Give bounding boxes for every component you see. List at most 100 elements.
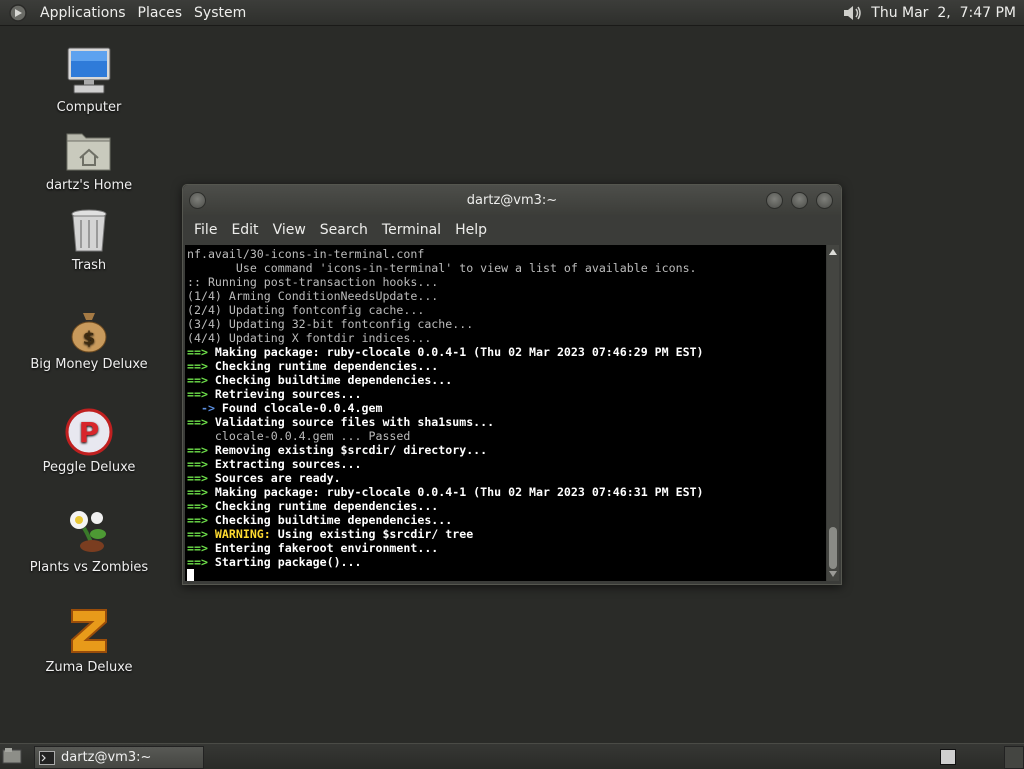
terminal-line-text: Extracting sources... [214,457,362,471]
terminal-line: ==> Entering fakeroot environment... [187,541,826,555]
home-folder-icon [66,133,111,171]
window-title: dartz@vm3:~ [466,192,558,208]
terminal-line: ==> Extracting sources... [187,457,826,471]
scrollbar-thumb[interactable] [829,527,837,569]
system-menu[interactable]: System [188,5,252,21]
scrollbar[interactable] [827,245,839,581]
terminal-line: ==> Checking runtime dependencies... [187,499,826,513]
terminal-line-text: Found clocale-0.0.4.gem [221,401,383,415]
terminal-line: :: Running post-transaction hooks... [187,275,826,289]
terminal-cursor [187,569,194,581]
terminal-line-prefix: ==> [187,415,215,429]
terminal-line: ==> Removing existing $srcdir/ directory… [187,443,826,457]
terminal-line: nf.avail/30-icons-in-terminal.conf [187,247,826,261]
desktop-icon-computer[interactable]: Computer [29,46,149,115]
terminal-line-text: Making package: ruby-clocale 0.0.4-1 (Th… [214,345,704,359]
terminal-line-text: Checking runtime dependencies... [214,359,439,373]
terminal-line: ==> Retrieving sources... [187,387,826,401]
taskbar-terminal-button[interactable]: dartz@vm3:~ [34,746,204,769]
desktop-icon-big-money[interactable]: $ Big Money Deluxe [29,309,149,372]
volume-icon[interactable] [841,3,863,23]
show-desktop-icon[interactable] [2,747,22,765]
terminal-line: ==> WARNING: Using existing $srcdir/ tre… [187,527,826,541]
terminal-line: (2/4) Updating fontconfig cache... [187,303,826,317]
terminal-line: ==> Starting package()... [187,555,826,569]
terminal-line-prefix: ==> [187,387,215,401]
maximize-button[interactable] [791,192,808,209]
terminal-line-text: Sources are ready. [214,471,341,485]
terminal-line-prefix: ==> [187,513,215,527]
bottom-panel: dartz@vm3:~ [0,743,1024,769]
close-button[interactable] [816,192,833,209]
desktop-icon-label: Plants vs Zombies [29,560,149,575]
clock[interactable]: Thu Mar 2, 7:47 PM [871,5,1016,21]
terminal-lines: nf.avail/30-icons-in-terminal.conf Use c… [185,245,826,581]
terminal-line-text: (1/4) Arming ConditionNeedsUpdate... [187,289,439,303]
terminal-icon [39,750,55,765]
desktop-icon-zuma[interactable]: Zuma Deluxe [29,606,149,675]
applications-menu[interactable]: Applications [34,5,132,21]
money-bag-icon: $ [71,313,107,353]
terminal-line: clocale-0.0.4.gem ... Passed [187,429,826,443]
menu-view[interactable]: View [266,222,313,238]
computer-icon [67,47,111,94]
terminal-line-text: Retrieving sources... [214,387,362,401]
menu-terminal[interactable]: Terminal [375,222,448,238]
desktop-icon-home[interactable]: dartz's Home [29,128,149,193]
terminal-line-prefix: ==> [187,555,215,569]
terminal-warning-label: WARNING: [214,527,271,541]
terminal-line-text: Checking buildtime dependencies... [214,513,453,527]
terminal-line: ==> Making package: ruby-clocale 0.0.4-1… [187,345,826,359]
terminal-line-prefix: ==> [187,345,215,359]
desktop-icon-peggle[interactable]: P Peggle Deluxe [29,408,149,475]
trash-applet[interactable] [1004,746,1024,769]
svg-text:P: P [79,416,100,449]
terminal-line: ==> Checking buildtime dependencies... [187,513,826,527]
scroll-down-arrow-icon[interactable] [828,569,838,579]
terminal-line-text: Entering fakeroot environment... [214,541,439,555]
terminal-line: (4/4) Updating X fontdir indices... [187,331,826,345]
terminal-line: (1/4) Arming ConditionNeedsUpdate... [187,289,826,303]
svg-text:$: $ [83,328,96,349]
terminal-line-prefix: ==> [187,373,215,387]
applications-logo-icon[interactable] [8,3,28,23]
terminal-line: Use command 'icons-in-terminal' to view … [187,261,826,275]
menu-bar: File Edit View Search Terminal Help [183,215,841,245]
scroll-up-arrow-icon[interactable] [828,247,838,257]
terminal-window[interactable]: dartz@vm3:~ File Edit View Search Termin… [182,184,842,585]
menu-search[interactable]: Search [313,222,375,238]
taskbar-label: dartz@vm3:~ [61,750,152,765]
desktop-icon-label: dartz's Home [45,178,133,193]
terminal-line: ==> Validating source files with sha1sum… [187,415,826,429]
terminal-line-prefix: ==> [187,527,215,541]
terminal-line: ==> Checking buildtime dependencies... [187,373,826,387]
terminal-line: ==> Sources are ready. [187,471,826,485]
terminal-line-text: Using existing $srcdir/ tree [270,527,474,541]
minimize-button[interactable] [766,192,783,209]
places-menu[interactable]: Places [132,5,189,21]
menu-help[interactable]: Help [448,222,494,238]
terminal-line-prefix: ==> [187,443,215,457]
terminal-line-prefix: ==> [187,541,215,555]
desktop-icon-label: Peggle Deluxe [42,460,136,475]
terminal-line-text: Starting package()... [214,555,362,569]
terminal-line-prefix: ==> [187,499,215,513]
menu-file[interactable]: File [187,222,224,238]
terminal-line: (3/4) Updating 32-bit fontconfig cache..… [187,317,826,331]
terminal-line-prefix: -> [187,401,222,415]
desktop-icon-plants-vs-zombies[interactable]: Plants vs Zombies [29,506,149,575]
menu-edit[interactable]: Edit [224,222,265,238]
trash-icon [71,209,107,252]
terminal-line-text: Validating source files with sha1sums... [214,415,495,429]
terminal-line-prefix: ==> [187,359,215,373]
terminal-line-text: clocale-0.0.4.gem ... Passed [187,429,411,443]
plants-icon [70,511,106,552]
desktop-icon-trash[interactable]: Trash [29,208,149,273]
terminal-output[interactable]: nf.avail/30-icons-in-terminal.conf Use c… [185,245,826,581]
window-menu-button[interactable] [189,192,206,209]
title-bar[interactable]: dartz@vm3:~ [183,185,841,215]
desktop-icon-label: Computer [56,100,122,115]
terminal-prompt-line [187,569,826,581]
workspace-switcher[interactable] [940,749,956,765]
terminal-line-text: Removing existing $srcdir/ directory... [214,443,488,457]
